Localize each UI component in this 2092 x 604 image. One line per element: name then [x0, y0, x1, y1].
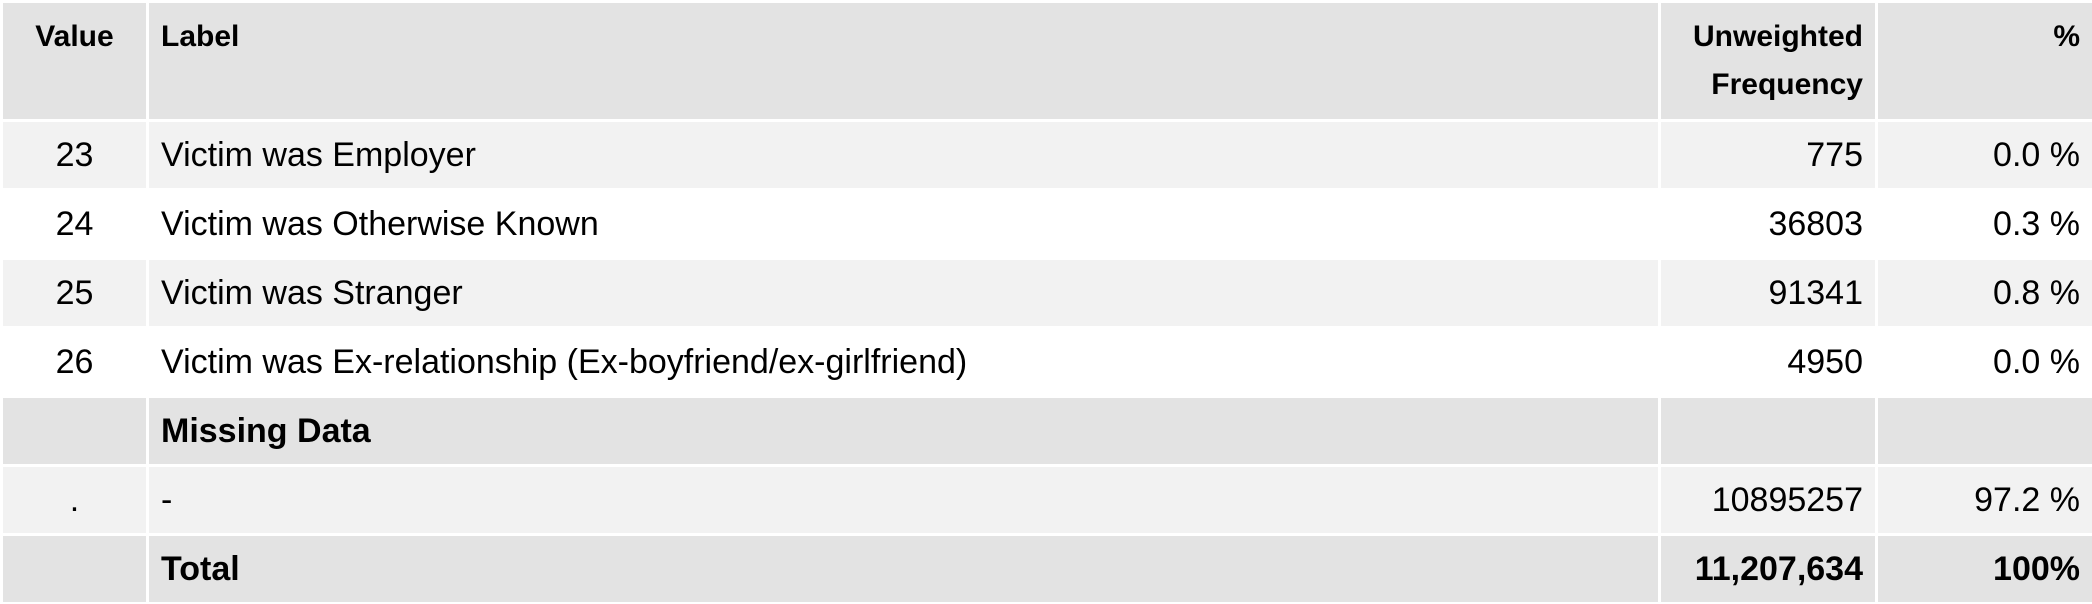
table-row: 24 Victim was Otherwise Known 36803 0.3 …: [0, 188, 2092, 260]
row-percent: 0.0 %: [1875, 326, 2092, 398]
row-frequency: 775: [1658, 119, 1878, 191]
header-freq-line2: Frequency: [1711, 68, 1863, 101]
row-value: 24: [0, 188, 149, 260]
table-header-row: Value Label Unweighted Frequency %: [0, 0, 2092, 122]
row-frequency: 10895257: [1658, 464, 1878, 536]
frequency-table: Value Label Unweighted Frequency % 23 Vic…: [0, 0, 2092, 604]
missing-section-freq-cell: [1658, 395, 1878, 467]
row-label: Victim was Stranger: [146, 257, 1661, 329]
header-value: Value: [0, 0, 149, 122]
total-row: Total 11,207,634 100%: [0, 533, 2092, 604]
row-value: 23: [0, 119, 149, 191]
total-percent: 100%: [1875, 533, 2092, 604]
row-percent: 0.3 %: [1875, 188, 2092, 260]
row-value: 25: [0, 257, 149, 329]
total-value-cell: [0, 533, 149, 604]
row-percent: 97.2 %: [1875, 464, 2092, 536]
row-value: 26: [0, 326, 149, 398]
row-label: Victim was Employer: [146, 119, 1661, 191]
missing-data-label: Missing Data: [146, 395, 1661, 467]
header-percent: %: [1875, 0, 2092, 122]
row-frequency: 36803: [1658, 188, 1878, 260]
row-label: Victim was Ex-relationship (Ex-boyfriend…: [146, 326, 1661, 398]
row-value: .: [0, 464, 149, 536]
header-freq-line1: Unweighted: [1693, 20, 1863, 53]
header-label: Label: [146, 0, 1661, 122]
missing-row: . - 10895257 97.2 %: [0, 464, 2092, 536]
row-label: Victim was Otherwise Known: [146, 188, 1661, 260]
missing-data-section-row: Missing Data: [0, 395, 2092, 467]
table-row: 25 Victim was Stranger 91341 0.8 %: [0, 257, 2092, 329]
total-label: Total: [146, 533, 1661, 604]
row-percent: 0.8 %: [1875, 257, 2092, 329]
total-frequency: 11,207,634: [1658, 533, 1878, 604]
table-row: 26 Victim was Ex-relationship (Ex-boyfri…: [0, 326, 2092, 398]
row-label: -: [146, 464, 1661, 536]
row-frequency: 4950: [1658, 326, 1878, 398]
row-frequency: 91341: [1658, 257, 1878, 329]
missing-section-value-cell: [0, 395, 149, 467]
table-row: 23 Victim was Employer 775 0.0 %: [0, 119, 2092, 191]
row-percent: 0.0 %: [1875, 119, 2092, 191]
header-unweighted-frequency: Unweighted Frequency: [1658, 0, 1878, 122]
missing-section-pct-cell: [1875, 395, 2092, 467]
